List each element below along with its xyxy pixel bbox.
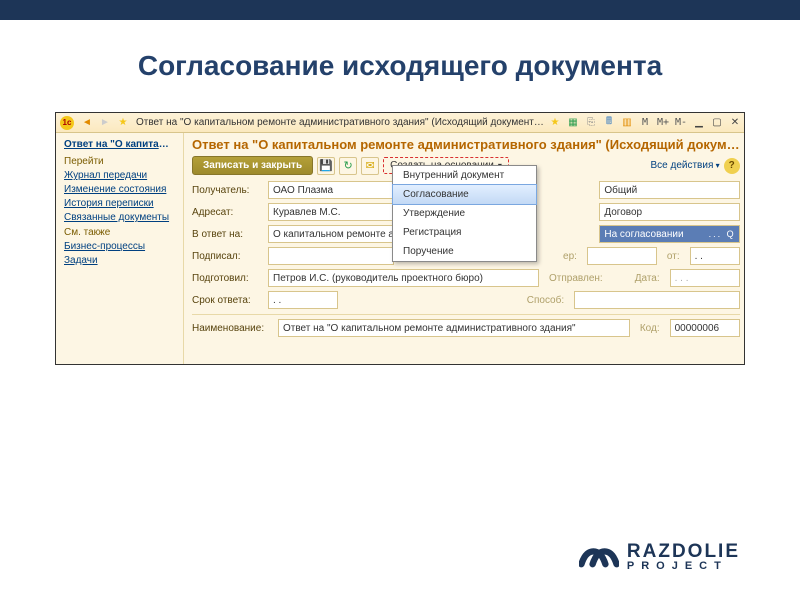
calendar-icon[interactable]: ▥ — [620, 116, 634, 130]
sidebar-link-related[interactable]: Связанные документы — [64, 212, 175, 223]
brand-logo-block: RAZDOLIE PROJECT — [579, 542, 740, 572]
calc-icon[interactable]: 🖩 — [602, 116, 616, 130]
save-close-button[interactable]: Записать и закрыть — [192, 156, 313, 175]
er-label: ер: — [559, 251, 581, 262]
brand-name: RAZDOLIE — [627, 542, 740, 561]
grid-icon[interactable]: ▦ — [566, 116, 580, 130]
number-field[interactable] — [587, 247, 657, 265]
slide-title: Согласование исходящего документа — [0, 20, 800, 92]
send-icon[interactable]: ✉ — [361, 157, 379, 175]
from-date-field[interactable]: . . — [690, 247, 740, 265]
save-icon[interactable]: 💾 — [317, 157, 335, 175]
mem-mminus[interactable]: М- — [674, 116, 688, 130]
date-label: Дата: — [631, 273, 664, 284]
kind-field[interactable]: Договор — [599, 203, 739, 221]
deadline-label: Срок ответа: — [192, 295, 262, 306]
method-field[interactable] — [574, 291, 739, 309]
sidebar: Ответ на "О капиталь… Перейти Журнал пер… — [56, 133, 184, 364]
gk-field[interactable]: Общий — [599, 181, 739, 199]
addressee-label: Адресат: — [192, 207, 262, 218]
minimize-icon[interactable]: ▁ — [692, 116, 706, 130]
star-icon[interactable]: ★ — [116, 116, 130, 130]
all-actions-button[interactable]: Все действия — [650, 160, 719, 171]
prepared-field[interactable]: Петров И.С. (руководитель проектного бюр… — [268, 269, 539, 287]
dropdown-item-internal[interactable]: Внутренний документ — [393, 166, 536, 185]
status-field[interactable]: На согласовании — [599, 225, 739, 243]
main-panel: Ответ на "О капитальном ремонте админист… — [184, 133, 745, 364]
close-icon[interactable]: ✕ — [728, 116, 742, 130]
code-label: Код: — [636, 323, 664, 334]
signed-label: Подписал: — [192, 251, 262, 262]
method-label: Способ: — [523, 295, 568, 306]
sidebar-link-state-change[interactable]: Изменение состояния — [64, 184, 175, 195]
sidebar-doc-title[interactable]: Ответ на "О капиталь… — [64, 139, 175, 150]
razdolie-logo-icon — [579, 543, 619, 571]
link-icon[interactable]: ⎘ — [584, 116, 598, 130]
logo-1c-icon: 1c — [60, 116, 74, 130]
dropdown-item-assignment[interactable]: Поручение — [393, 242, 536, 261]
mem-m[interactable]: М — [638, 116, 652, 130]
prepared-label: Подготовил: — [192, 273, 262, 284]
date-field[interactable]: . . . — [670, 269, 740, 287]
help-icon[interactable]: ? — [724, 158, 740, 174]
create-on-basis-dropdown: Внутренний документ Согласование Утвержд… — [392, 165, 537, 262]
window-title: Ответ на "О капитальном ремонте админист… — [132, 117, 546, 128]
from-label: от: — [663, 251, 684, 262]
screenshot-frame: 1c ◄ ► ★ Ответ на "О капитальном ремонте… — [55, 112, 745, 365]
top-accent-bar — [0, 0, 800, 20]
dropdown-item-registration[interactable]: Регистрация — [393, 223, 536, 242]
sidebar-link-journal[interactable]: Журнал передачи — [64, 170, 175, 181]
refresh-icon[interactable]: ↻ — [339, 157, 357, 175]
dropdown-item-approval[interactable]: Согласование — [392, 184, 537, 205]
reply-to-label: В ответ на: — [192, 229, 262, 240]
code-field[interactable]: 00000006 — [670, 319, 740, 337]
maximize-icon[interactable]: ▢ — [710, 116, 724, 130]
sidebar-link-history[interactable]: История переписки — [64, 198, 175, 209]
name-field[interactable]: Ответ на "О капитальном ремонте админист… — [278, 319, 630, 337]
name-label: Наименование: — [192, 323, 272, 334]
sidebar-link-tasks[interactable]: Задачи — [64, 255, 175, 266]
sidebar-link-biz-processes[interactable]: Бизнес-процессы — [64, 241, 175, 252]
app-titlebar: 1c ◄ ► ★ Ответ на "О капитальном ремонте… — [56, 113, 744, 133]
mem-mplus[interactable]: М+ — [656, 116, 670, 130]
document-title: Ответ на "О капитальном ремонте админист… — [192, 137, 740, 152]
nav-fwd-icon[interactable]: ► — [98, 116, 112, 130]
nav-back-icon[interactable]: ◄ — [80, 116, 94, 130]
sidebar-section-goto: Перейти — [64, 156, 175, 167]
sent-label: Отправлен: — [545, 273, 607, 284]
favorites-icon[interactable]: ★ — [548, 116, 562, 130]
brand-sub: PROJECT — [627, 561, 740, 572]
signed-field[interactable] — [268, 247, 394, 265]
sidebar-section-see-also: См. также — [64, 227, 175, 238]
deadline-field[interactable]: . . — [268, 291, 338, 309]
recipient-label: Получатель: — [192, 185, 262, 196]
dropdown-item-confirmation[interactable]: Утверждение — [393, 204, 536, 223]
